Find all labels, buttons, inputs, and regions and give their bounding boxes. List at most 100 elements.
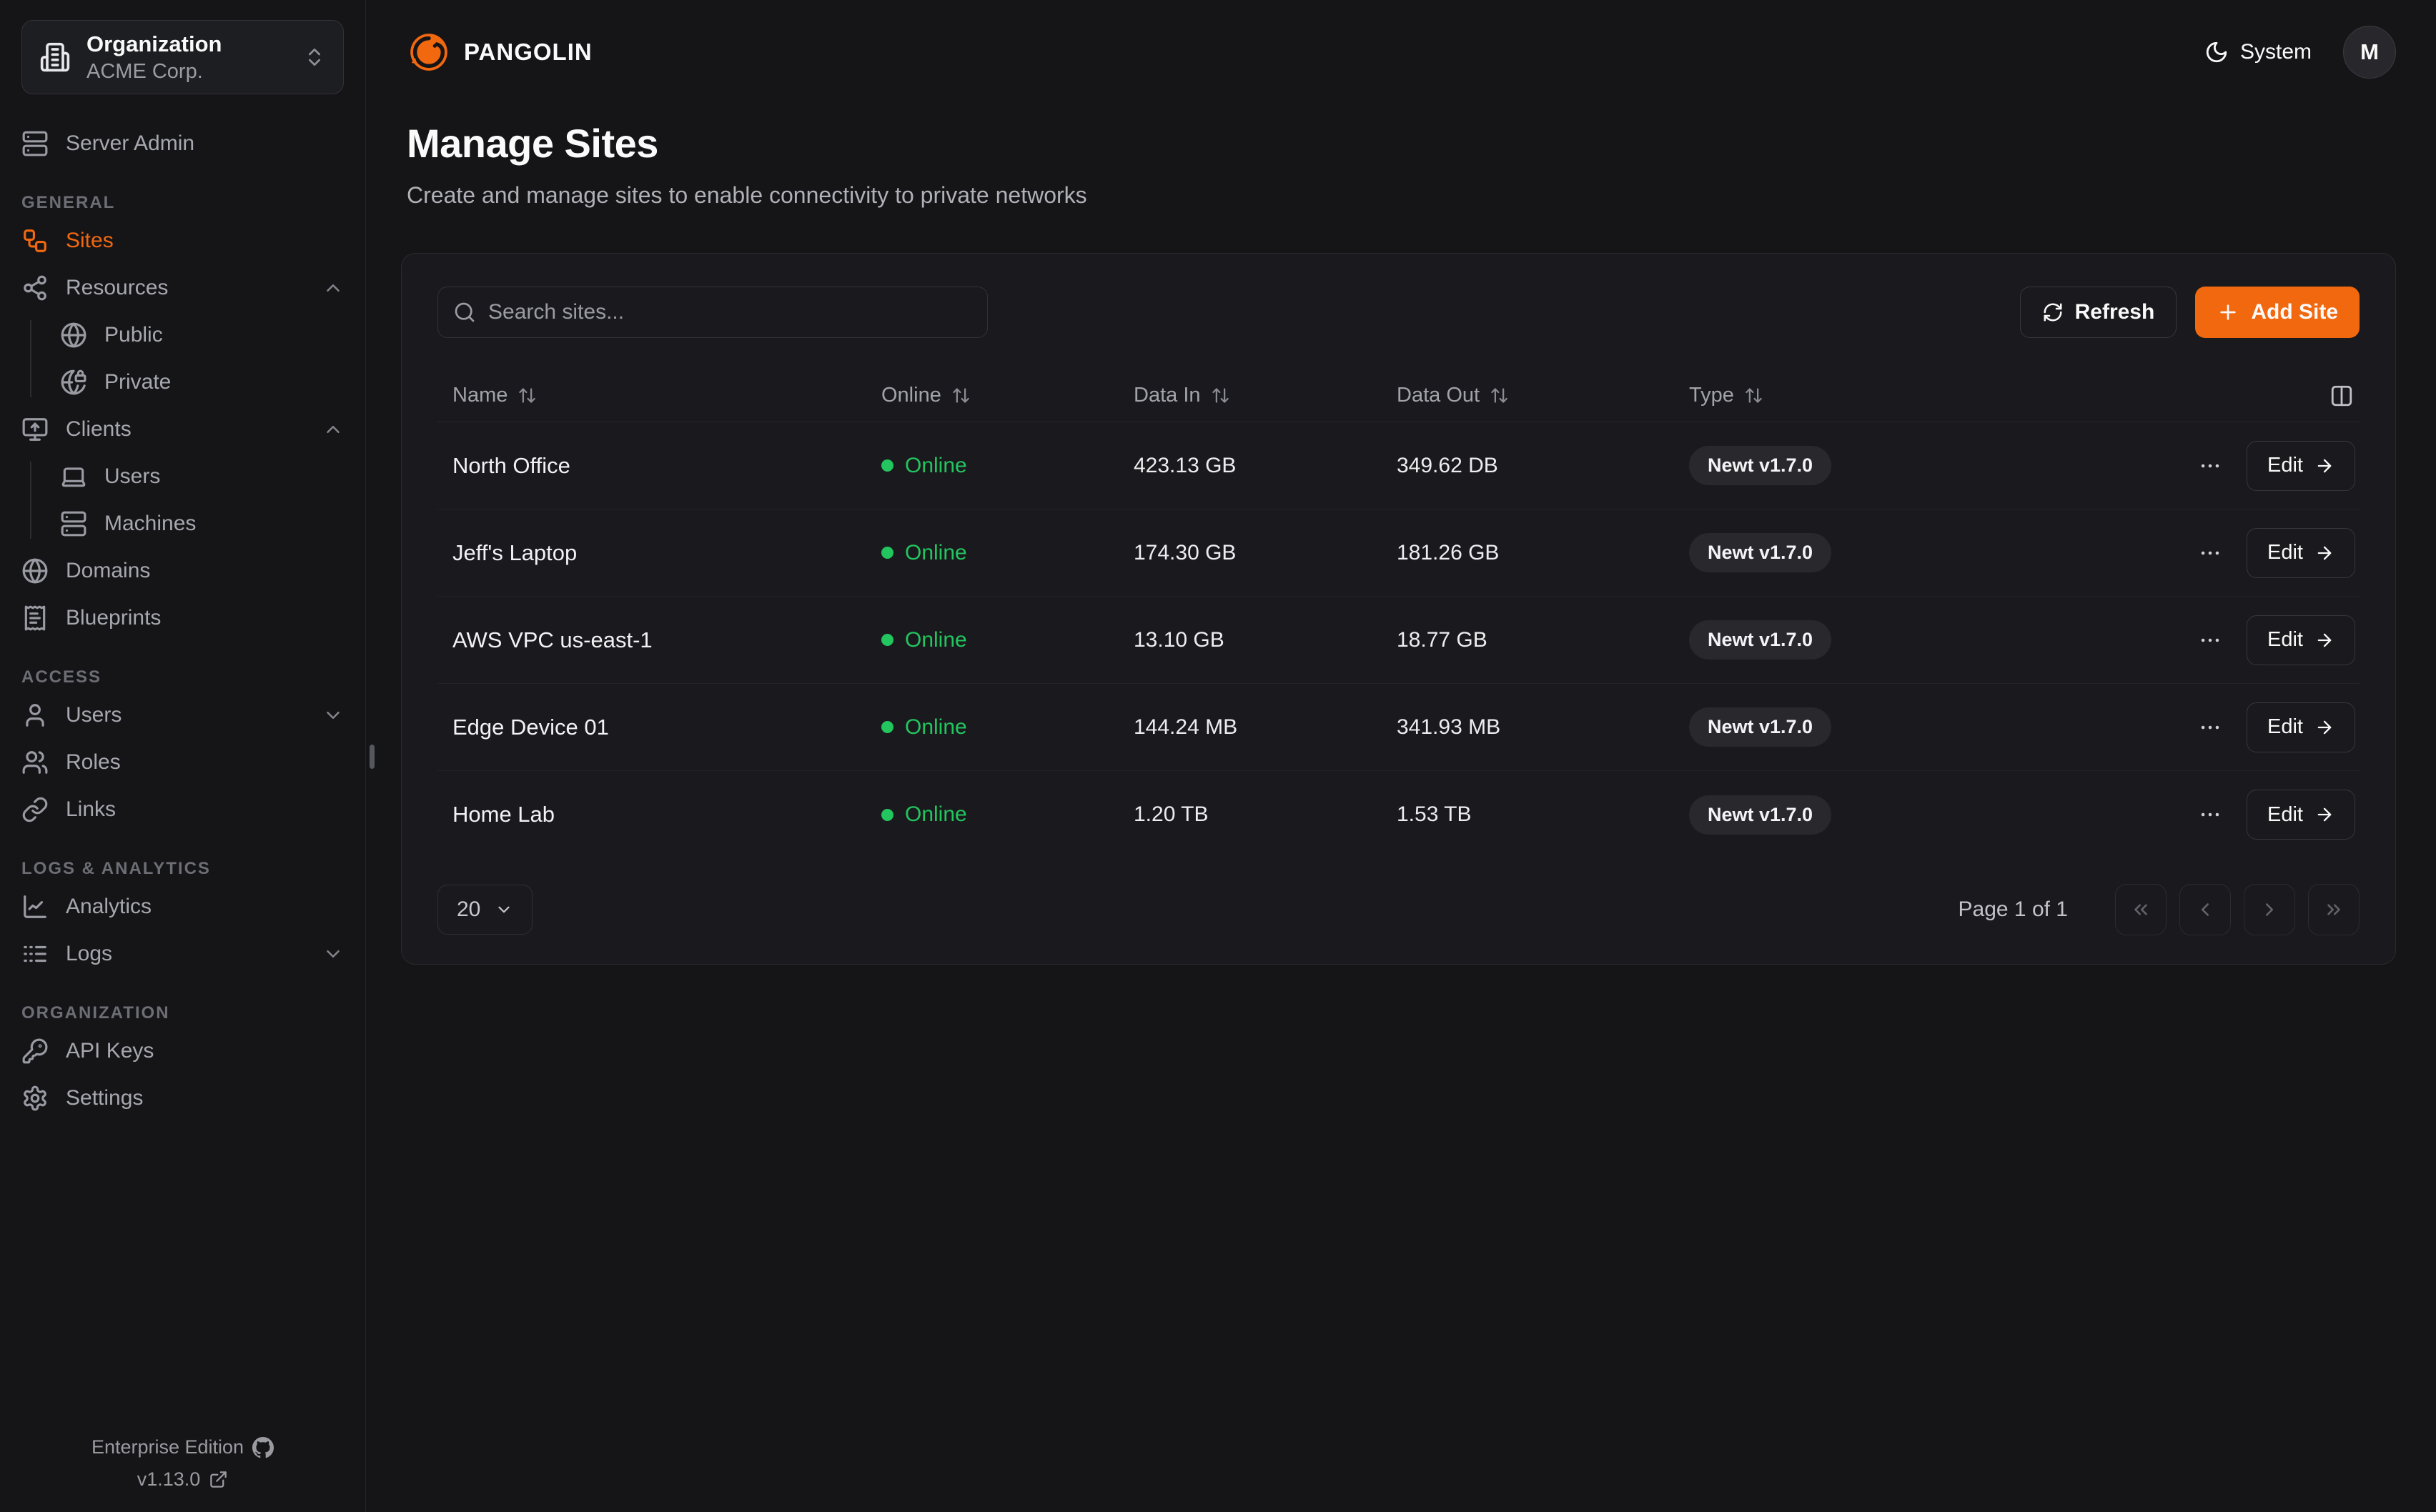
edit-button[interactable]: Edit [2247,441,2355,491]
sidebar-item-clients[interactable]: Clients [21,409,344,450]
pangolin-logo-icon [407,30,451,74]
arrow-right-icon [2314,543,2334,563]
column-header-online[interactable]: Online [881,384,1134,407]
add-site-button[interactable]: Add Site [2195,287,2360,338]
sidebar-item-label: Settings [66,1086,143,1110]
status-badge: Online [881,628,1134,652]
sidebar-item-label: Roles [66,750,121,775]
ellipsis-icon [2198,454,2222,478]
edit-button[interactable]: Edit [2247,528,2355,578]
row-menu-button[interactable] [2198,715,2222,740]
sidebar-item-links[interactable]: Links [21,789,344,830]
sidebar-item-logs[interactable]: Logs [21,933,344,975]
row-menu-button[interactable] [2198,802,2222,827]
chevrons-right-icon [2323,899,2345,920]
column-header-type[interactable]: Type [1689,384,2074,407]
avatar[interactable]: M [2343,26,2396,79]
sidebar-item-domains[interactable]: Domains [21,550,344,592]
sidebar-item-api-keys[interactable]: API Keys [21,1030,344,1072]
edit-button[interactable]: Edit [2247,615,2355,665]
moon-icon [2204,40,2229,64]
github-icon[interactable] [252,1437,274,1458]
online-dot-icon [881,809,893,821]
search-sites [437,287,988,338]
server-icon [60,510,87,537]
sidebar-item-server-admin[interactable]: Server Admin [21,123,344,164]
external-link-icon[interactable] [209,1470,228,1489]
ellipsis-icon [2198,715,2222,740]
org-switcher[interactable]: Organization ACME Corp. [21,20,344,94]
search-input[interactable] [437,287,988,338]
sidebar-item-label: Machines [104,512,196,536]
chevron-up-icon [322,419,344,440]
sort-icon [951,386,971,405]
sidebar-item-blueprints[interactable]: Blueprints [21,597,344,639]
server-icon [21,130,49,157]
sidebar-item-resources[interactable]: Resources [21,267,344,309]
page-size-select[interactable]: 20 [437,885,533,935]
column-header-data-out[interactable]: Data Out [1397,384,1689,407]
first-page-button[interactable] [2115,884,2167,935]
edit-button[interactable]: Edit [2247,790,2355,840]
edit-button[interactable]: Edit [2247,702,2355,752]
online-dot-icon [881,459,893,472]
sidebar-item-client-users[interactable]: Users [60,456,344,497]
building-icon [39,41,71,73]
online-dot-icon [881,721,893,733]
topbar: PANGOLIN System M [367,0,2436,79]
sidebar-item-label: Links [66,797,116,822]
sidebar-item-roles[interactable]: Roles [21,742,344,783]
sidebar: Organization ACME Corp. Server Admin GEN… [0,0,366,1512]
column-header-name[interactable]: Name [452,384,881,407]
sidebar-item-private[interactable]: Private [60,362,344,403]
column-header-data-in[interactable]: Data In [1134,384,1397,407]
sidebar-item-users[interactable]: Users [21,695,344,736]
chevron-down-icon [322,943,344,965]
data-out-value: 349.62 DB [1397,454,1689,478]
data-in-value: 144.24 MB [1134,715,1397,740]
sites-table: Name Online Data In Data Out Type [437,369,2360,858]
sidebar-item-settings[interactable]: Settings [21,1078,344,1119]
sidebar-item-sites[interactable]: Sites [21,220,344,262]
add-site-label: Add Site [2251,300,2338,324]
next-page-button[interactable] [2244,884,2295,935]
sidebar-item-label: Domains [66,559,150,583]
data-in-value: 1.20 TB [1134,802,1397,827]
sidebar-item-machines[interactable]: Machines [60,503,344,544]
theme-label: System [2240,40,2312,64]
sidebar-item-label: Server Admin [66,131,194,156]
sort-icon [1211,386,1230,405]
status-badge: Online [881,802,1134,827]
sort-icon [1744,386,1763,405]
online-dot-icon [881,547,893,559]
sidebar-item-public[interactable]: Public [60,314,344,356]
prev-page-button[interactable] [2179,884,2231,935]
refresh-icon [2042,302,2064,323]
chevrons-left-icon [2130,899,2152,920]
status-badge: Online [881,454,1134,478]
globe-lock-icon [60,369,87,396]
column-visibility-button[interactable] [2074,384,2360,408]
resources-subnav: Public Private [21,314,344,403]
page-subtitle: Create and manage sites to enable connec… [407,182,2396,209]
sites-card: Refresh Add Site Name Online [401,253,2396,965]
sidebar-item-analytics[interactable]: Analytics [21,886,344,927]
sidebar-item-label: Private [104,370,171,394]
sort-icon [518,386,537,405]
row-menu-button[interactable] [2198,541,2222,565]
table-header-row: Name Online Data In Data Out Type [437,369,2360,422]
workflow-icon [21,227,49,254]
theme-toggle[interactable]: System [2204,40,2312,64]
sidebar-item-label: Analytics [66,895,152,919]
site-name: North Office [452,453,881,479]
last-page-button[interactable] [2308,884,2360,935]
site-name: Jeff's Laptop [452,540,881,566]
row-menu-button[interactable] [2198,628,2222,652]
data-in-value: 13.10 GB [1134,628,1397,652]
row-menu-button[interactable] [2198,454,2222,478]
refresh-button[interactable]: Refresh [2020,287,2177,338]
data-out-value: 1.53 TB [1397,802,1689,827]
sidebar-scrollbar[interactable] [370,745,375,769]
sidebar-section-access: ACCESS [21,667,344,687]
globe-icon [60,322,87,349]
